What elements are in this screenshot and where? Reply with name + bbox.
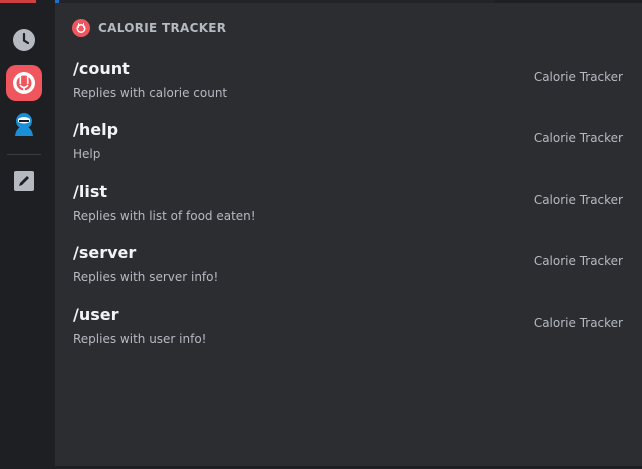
calorie-tracker-app-button[interactable] bbox=[6, 65, 42, 101]
command-name: /help bbox=[73, 120, 119, 139]
command-item-server[interactable]: /server Replies with server info! Calori… bbox=[55, 243, 642, 303]
bot-app-button[interactable] bbox=[6, 107, 42, 143]
command-description: Help bbox=[73, 147, 101, 161]
command-source: Calorie Tracker bbox=[533, 193, 623, 207]
command-description: Replies with server info! bbox=[73, 270, 219, 284]
calorie-tracker-icon bbox=[72, 19, 90, 37]
command-picker-popup: CALORIE TRACKER /count Replies with calo… bbox=[0, 0, 642, 469]
rail-separator bbox=[7, 154, 41, 155]
app-rail bbox=[0, 3, 48, 466]
command-list-panel: CALORIE TRACKER /count Replies with calo… bbox=[55, 3, 642, 466]
command-description: Replies with list of food eaten! bbox=[73, 209, 256, 223]
recent-commands-button[interactable] bbox=[6, 22, 42, 58]
command-item-help[interactable]: /help Help Calorie Tracker bbox=[55, 120, 642, 180]
command-description: Replies with user info! bbox=[73, 332, 207, 346]
bot-avatar-icon bbox=[15, 113, 33, 136]
command-source: Calorie Tracker bbox=[533, 70, 623, 84]
command-name: /user bbox=[73, 305, 119, 324]
calorie-tracker-app-icon bbox=[13, 72, 35, 94]
command-description: Replies with calorie count bbox=[73, 86, 228, 100]
command-item-count[interactable]: /count Replies with calorie count Calori… bbox=[55, 59, 642, 119]
section-header: CALORIE TRACKER bbox=[72, 19, 226, 37]
command-name: /server bbox=[73, 243, 137, 262]
pencil-icon bbox=[14, 171, 34, 191]
command-item-user[interactable]: /user Replies with user info! Calorie Tr… bbox=[55, 305, 642, 365]
command-name: /count bbox=[73, 59, 130, 78]
command-item-list[interactable]: /list Replies with list of food eaten! C… bbox=[55, 182, 642, 242]
section-title: CALORIE TRACKER bbox=[98, 21, 227, 35]
command-source: Calorie Tracker bbox=[533, 316, 623, 330]
edit-button[interactable] bbox=[6, 163, 42, 199]
command-name: /list bbox=[73, 182, 107, 201]
command-source: Calorie Tracker bbox=[533, 131, 623, 145]
command-source: Calorie Tracker bbox=[533, 254, 623, 268]
clock-icon bbox=[13, 29, 35, 51]
